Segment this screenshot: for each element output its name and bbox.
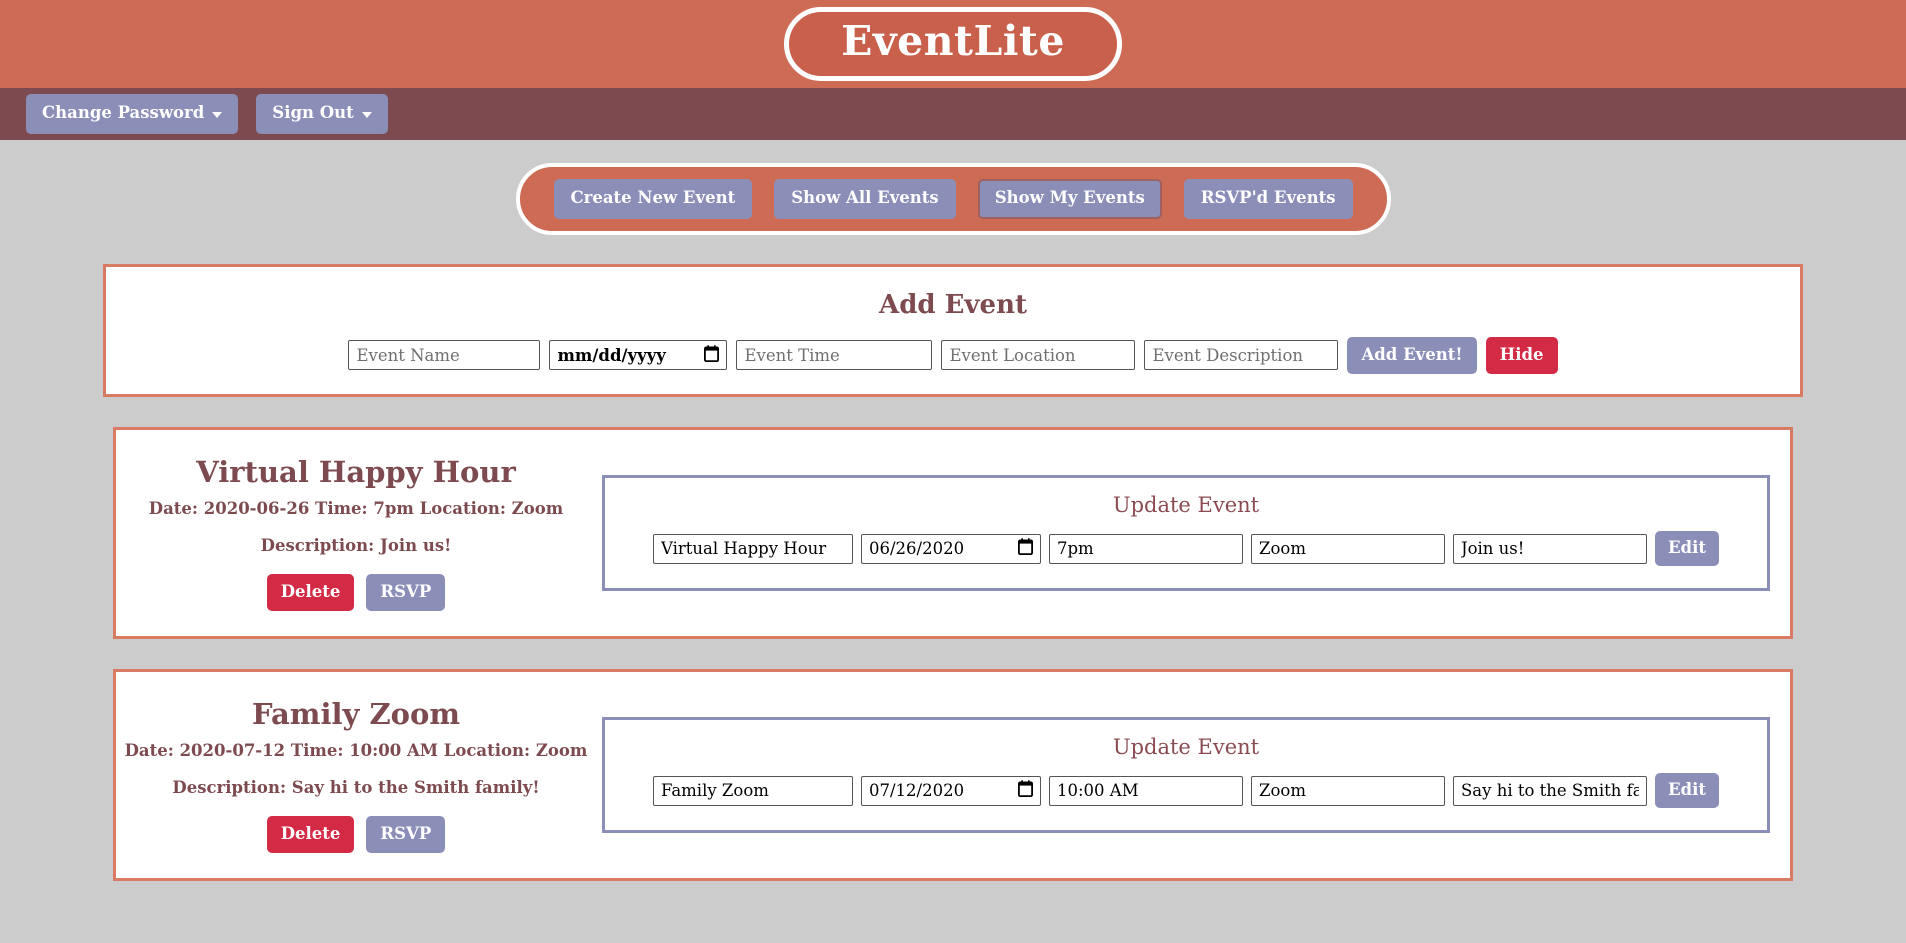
event-meta: Date: 2020-07-12 Time: 10:00 AM Location…: [124, 740, 588, 760]
event-actions: Delete RSVP: [266, 815, 446, 854]
rsvpd-events-button[interactable]: RSVP'd Events: [1183, 179, 1353, 219]
update-event-date-input[interactable]: 07/12/2020: [860, 775, 1041, 806]
add-event-title: Add Event: [879, 289, 1027, 320]
event-summary: Virtual Happy Hour Date: 2020-06-26 Time…: [116, 430, 596, 636]
nav-pill: Create New Event Show All Events Show My…: [515, 163, 1391, 235]
add-event-location-input[interactable]: [941, 340, 1136, 371]
event-actions: Delete RSVP: [266, 573, 446, 612]
add-event-time-input[interactable]: [736, 340, 933, 371]
event-update-area: Update Event 06/26/2020: [596, 430, 1790, 636]
change-password-label: Change Password: [42, 103, 205, 123]
update-event-time-input[interactable]: [1048, 775, 1243, 806]
nav-pill-wrapper: Create New Event Show All Events Show My…: [0, 163, 1906, 235]
add-event-name-input[interactable]: [348, 340, 541, 371]
rsvp-event-button[interactable]: RSVP: [366, 815, 446, 854]
event-card: Virtual Happy Hour Date: 2020-06-26 Time…: [113, 427, 1793, 639]
sign-out-label: Sign Out: [272, 103, 354, 123]
update-event-panel: Update Event 06/26/2020: [602, 474, 1770, 592]
update-event-date-input[interactable]: 06/26/2020: [860, 533, 1041, 564]
hide-add-event-button[interactable]: Hide: [1485, 336, 1558, 374]
rsvp-event-button[interactable]: RSVP: [366, 573, 446, 612]
add-event-description-input[interactable]: [1144, 340, 1339, 371]
add-event-date-text: mm/dd/yyyy: [557, 345, 666, 365]
page-title: EventLite: [841, 17, 1065, 66]
show-all-events-button[interactable]: Show All Events: [774, 179, 956, 219]
update-event-description-input[interactable]: [1452, 533, 1647, 564]
update-event-date-text: 06/26/2020: [868, 539, 965, 558]
update-event-form: 06/26/2020 Edit: [617, 530, 1755, 567]
top-navbar: Change Password Sign Out: [0, 88, 1906, 140]
add-event-date-input[interactable]: mm/dd/yyyy: [549, 340, 728, 371]
calendar-icon: [704, 345, 720, 366]
update-event-form: 07/12/2020 Edit: [617, 772, 1755, 809]
app-title-pill: EventLite: [784, 7, 1122, 81]
event-name: Virtual Happy Hour: [196, 454, 516, 489]
event-name: Family Zoom: [252, 696, 460, 731]
update-event-title: Update Event: [1112, 734, 1260, 759]
update-event-name-input[interactable]: [652, 533, 853, 564]
update-event-location-input[interactable]: [1250, 533, 1445, 564]
create-new-event-button[interactable]: Create New Event: [553, 179, 753, 219]
event-meta: Date: 2020-06-26 Time: 7pm Location: Zoo…: [148, 498, 564, 518]
delete-event-button[interactable]: Delete: [266, 815, 355, 854]
update-event-name-input[interactable]: [652, 775, 853, 806]
delete-event-button[interactable]: Delete: [266, 573, 355, 612]
event-card: Family Zoom Date: 2020-07-12 Time: 10:00…: [113, 669, 1793, 881]
show-my-events-button[interactable]: Show My Events: [977, 179, 1162, 219]
update-event-date-text: 07/12/2020: [868, 781, 965, 800]
chevron-down-icon: [361, 111, 372, 118]
chevron-down-icon: [212, 111, 223, 118]
add-event-submit-button[interactable]: Add Event!: [1347, 336, 1477, 374]
update-event-location-input[interactable]: [1250, 775, 1445, 806]
update-event-time-input[interactable]: [1048, 533, 1243, 564]
app-header: EventLite: [0, 0, 1906, 88]
add-event-form: mm/dd/yyyy Add Event! Hide: [106, 336, 1800, 374]
update-event-title: Update Event: [1112, 492, 1260, 517]
change-password-dropdown[interactable]: Change Password: [26, 94, 239, 134]
calendar-icon: [1017, 538, 1033, 559]
calendar-icon: [1017, 780, 1033, 801]
sign-out-dropdown[interactable]: Sign Out: [256, 94, 388, 134]
event-description: Description: Say hi to the Smith family!: [172, 777, 540, 797]
edit-event-button[interactable]: Edit: [1654, 772, 1719, 809]
event-description: Description: Join us!: [260, 535, 452, 555]
update-event-description-input[interactable]: [1452, 775, 1647, 806]
event-summary: Family Zoom Date: 2020-07-12 Time: 10:00…: [116, 672, 596, 878]
event-update-area: Update Event 07/12/2020: [596, 672, 1790, 878]
edit-event-button[interactable]: Edit: [1654, 530, 1719, 567]
update-event-panel: Update Event 07/12/2020: [602, 716, 1770, 834]
add-event-card: Add Event mm/dd/yyyy Add Event! Hide: [103, 263, 1803, 397]
